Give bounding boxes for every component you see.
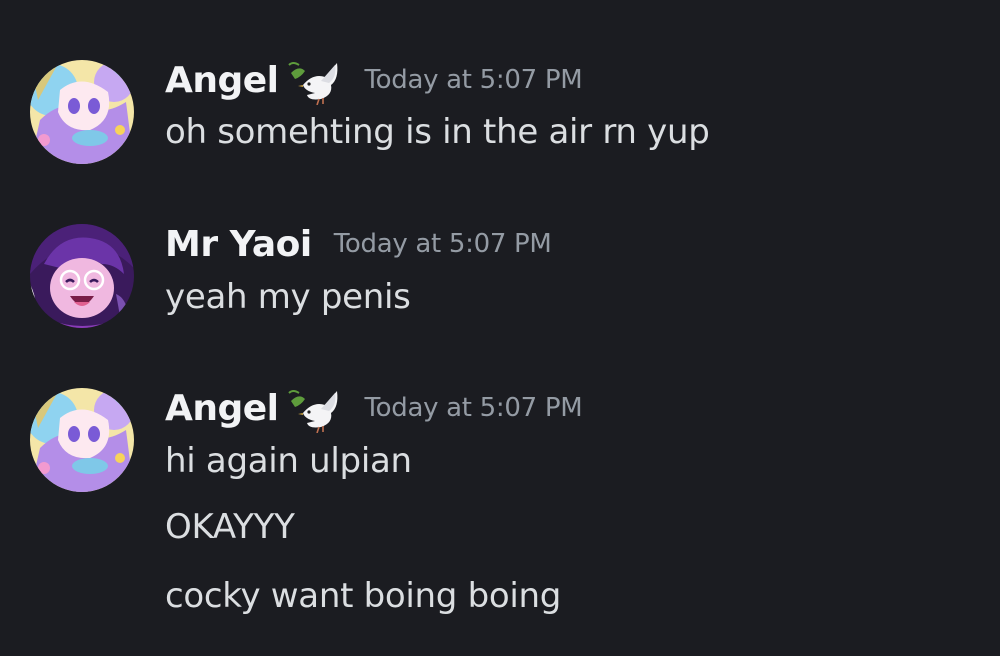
message-header: Angel Today at 5:07 PM	[165, 383, 583, 434]
message-text: OKAYYY	[165, 507, 295, 547]
message-text: cocky want boing boing	[165, 576, 562, 616]
message-text: oh somehting is in the air rn yup	[165, 112, 710, 152]
timestamp: Today at 5:07 PM	[364, 65, 583, 95]
timestamp: Today at 5:07 PM	[333, 229, 552, 259]
timestamp: Today at 5:07 PM	[364, 393, 583, 423]
message-text: yeah my penis	[165, 277, 411, 317]
username[interactable]: Angel	[165, 388, 279, 429]
avatar[interactable]	[30, 224, 134, 328]
message-text: hi again ulpian	[165, 441, 412, 481]
message-header: Mr Yaoi Today at 5:07 PM	[165, 219, 552, 269]
username[interactable]: Mr Yaoi	[165, 224, 312, 265]
username[interactable]: Angel	[165, 60, 279, 101]
message-header: Angel Today at 5:07 PM	[165, 55, 583, 106]
dove-emoji-icon	[285, 55, 343, 106]
dove-emoji-icon	[285, 383, 343, 434]
avatar[interactable]	[30, 60, 134, 164]
chat-messages: Angel Today at 5:07 PM oh somehting is i…	[0, 0, 1000, 656]
avatar[interactable]	[30, 388, 134, 492]
